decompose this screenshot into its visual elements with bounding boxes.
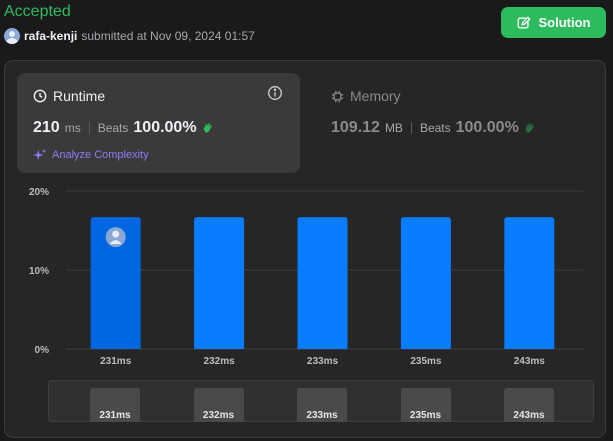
- x-tick-label: 233ms: [307, 356, 339, 367]
- runtime-beats-label: Beats: [97, 121, 129, 135]
- y-tick-label: 10%: [29, 266, 49, 277]
- memory-title: Memory: [331, 88, 401, 104]
- solution-button[interactable]: Solution: [501, 7, 606, 38]
- scrubber-label: 235ms: [409, 410, 442, 421]
- memory-metric: 109.12 MB Beats 100.00%: [331, 119, 537, 137]
- x-tick-label: 231ms: [100, 356, 132, 367]
- sparkle-icon: [33, 148, 47, 161]
- submitted-time: submitted at Nov 09, 2024 01:57: [81, 29, 255, 43]
- y-tick-label: 0%: [35, 345, 50, 356]
- clap-icon: [525, 123, 534, 133]
- bar-chart: 0% 10% 20% 231ms 232ms 233ms 235ms 243ms: [29, 187, 583, 367]
- memory-value: 109.12: [331, 119, 380, 136]
- scrubber-label: 232ms: [202, 410, 235, 421]
- runtime-card[interactable]: Runtime 210 ms Beats 100.00% Analyze Com…: [17, 73, 300, 173]
- memory-card[interactable]: Memory 109.12 MB Beats 100.00%: [315, 73, 598, 173]
- runtime-value: 210: [33, 119, 60, 136]
- scrubber-label: 233ms: [306, 410, 338, 421]
- runtime-distribution-chart: 0% 10% 20% 231ms 232ms 233ms 235ms 243ms: [5, 181, 607, 371]
- chart-range-scrubber[interactable]: 231ms 232ms 233ms 235ms 243ms: [48, 380, 594, 422]
- submitter-info: rafa-kenji submitted at Nov 09, 2024 01:…: [4, 28, 255, 44]
- runtime-title: Runtime: [33, 88, 105, 104]
- runtime-title-text: Runtime: [53, 88, 106, 104]
- analyze-complexity-label: Analyze Complexity: [52, 149, 149, 161]
- bar[interactable]: [400, 217, 451, 349]
- memory-unit: MB: [384, 121, 403, 135]
- clock-icon: [33, 89, 47, 103]
- scrubber-label: 243ms: [513, 410, 545, 421]
- memory-beats-pct: 100.00%: [455, 119, 519, 136]
- runtime-metric: 210 ms Beats 100.00%: [33, 119, 215, 137]
- x-tick-label: 232ms: [204, 356, 236, 367]
- scrubber-label: 231ms: [99, 410, 131, 421]
- analyze-complexity-link[interactable]: Analyze Complexity: [33, 148, 149, 162]
- submission-header: Accepted rafa-kenji submitted at Nov 09,…: [0, 0, 613, 52]
- runtime-beats-pct: 100.00%: [133, 119, 197, 136]
- x-tick-label: 243ms: [514, 356, 546, 367]
- y-tick-label: 20%: [29, 187, 49, 198]
- divider: [410, 122, 412, 134]
- bar[interactable]: [504, 217, 555, 349]
- stats-panel: Runtime 210 ms Beats 100.00% Analyze Com…: [4, 60, 606, 438]
- runtime-unit: ms: [64, 121, 81, 135]
- status-accepted: Accepted: [4, 3, 71, 20]
- clap-icon: [203, 123, 212, 133]
- bar[interactable]: [297, 217, 348, 349]
- solution-button-label: Solution: [538, 15, 591, 30]
- avatar[interactable]: [4, 28, 20, 44]
- memory-beats-label: Beats: [419, 121, 451, 135]
- x-tick-label: 235ms: [410, 356, 442, 367]
- username-link[interactable]: rafa-kenji: [24, 29, 77, 43]
- bar[interactable]: [194, 217, 245, 349]
- info-icon[interactable]: [267, 85, 283, 101]
- chip-icon: [331, 90, 344, 102]
- memory-title-text: Memory: [350, 88, 401, 104]
- avatar-head: [112, 230, 120, 238]
- divider: [88, 122, 90, 134]
- edit-icon: [517, 15, 531, 29]
